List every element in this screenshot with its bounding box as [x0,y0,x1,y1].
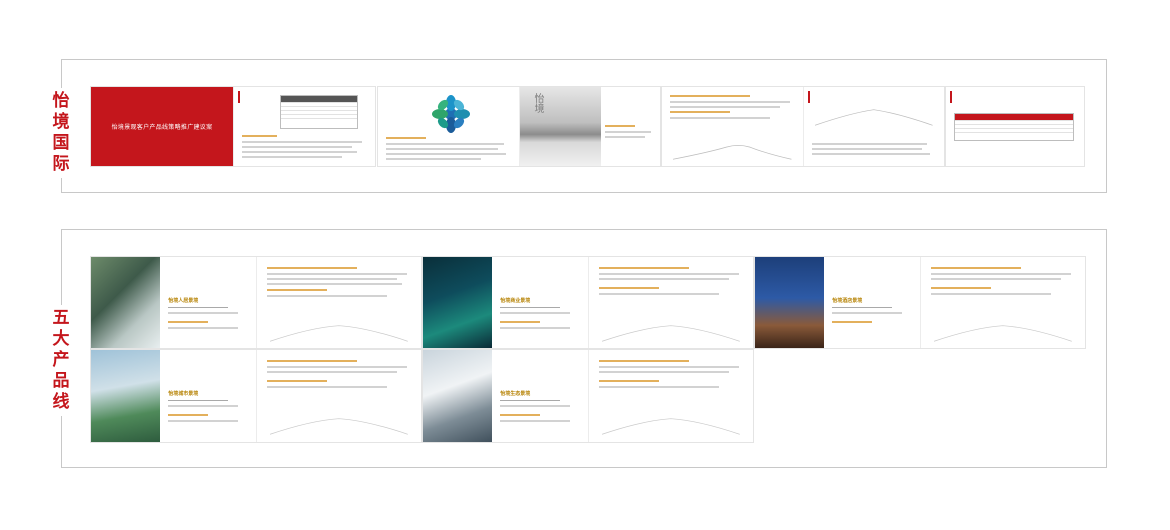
spread-timeline [662,87,944,166]
spread-cover: 怡境景观客户产品线策略推广建议案 [91,87,375,166]
spread-line-ecology: 怡境生态景境 [423,350,753,442]
city-title: 怡境城市景境 [168,391,199,397]
intro-page [233,87,375,166]
city-photo [91,350,161,442]
spread-line-commercial: 怡境商业景境 [423,257,753,348]
commercial-right [588,257,753,348]
ecology-right [588,350,753,442]
ecology-photo [423,350,493,442]
city-left: 怡境城市景境 [91,350,256,442]
table-page [946,87,1084,166]
commercial-title: 怡境商业景境 [500,298,531,304]
inkwash-image: 怡境 [520,87,602,166]
brand-glyph: 怡境 [532,93,543,113]
cover-title: 怡境景观客户产品线策略推广建议案 [111,124,213,131]
timeline-page-left [662,87,803,166]
spread-table [946,87,1084,166]
city-right [256,350,421,442]
commercial-left: 怡境商业景境 [423,257,588,348]
residential-photo [91,257,161,348]
ecology-left: 怡境生态景境 [423,350,588,442]
commercial-photo [423,257,493,348]
spread-line-hotel: 怡境酒店景境 [755,257,1085,348]
hotel-photo [755,257,825,348]
section-label-intl: 怡境国际 [50,88,72,178]
spread-brand: 怡境 [378,87,660,166]
spread-line-city: 怡境城市景境 [91,350,421,442]
brand-flower-diagram [426,93,476,135]
hotel-right [920,257,1085,348]
cover-page: 怡境景观客户产品线策略推广建议案 [91,87,233,166]
residential-left: 怡境人居景境 [91,257,256,348]
hotel-title: 怡境酒店景境 [832,298,863,304]
timeline-page-right [803,87,944,166]
hotel-left: 怡境酒店景境 [755,257,920,348]
inkwash-page: 怡境 [519,87,660,166]
section-label-product-lines: 五大产品线 [50,305,72,416]
spread-line-residential: 怡境人居景境 [91,257,421,348]
ecology-title: 怡境生态景境 [500,391,531,397]
residential-right [256,257,421,348]
residential-title: 怡境人居景境 [168,298,199,304]
diagram-page [378,87,519,166]
